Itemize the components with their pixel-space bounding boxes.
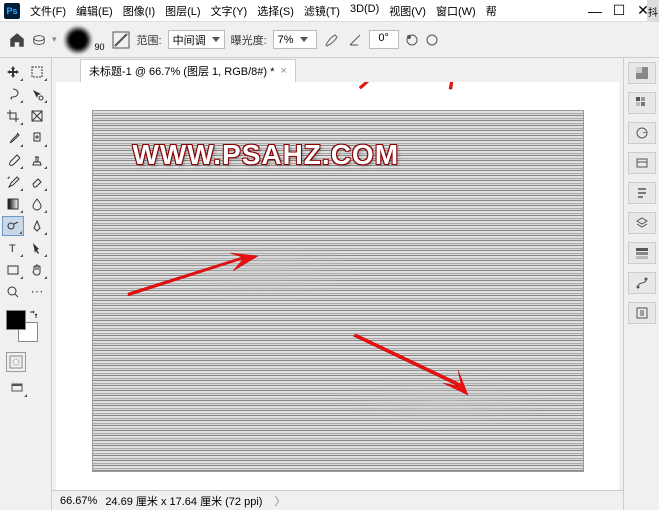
lasso-tool[interactable]	[2, 84, 24, 104]
frame-tool[interactable]	[26, 106, 48, 126]
document-dimensions: 24.69 厘米 x 17.64 厘米 (72 ppi)	[105, 493, 262, 509]
canvas-area[interactable]: WWW.PSAHZ.COM	[56, 82, 619, 490]
menu-layer[interactable]: 图层(L)	[161, 1, 204, 21]
quick-mask-button[interactable]	[6, 352, 26, 372]
document-tabs: 未标题-1 @ 66.7% (图层 1, RGB/8#) * ×	[60, 58, 623, 82]
hand-tool[interactable]	[26, 260, 48, 280]
ps-logo-icon: Ps	[4, 3, 20, 19]
smudge-region	[333, 371, 553, 431]
canvas[interactable]: WWW.PSAHZ.COM	[93, 111, 583, 471]
range-label: 范围:	[137, 32, 162, 48]
home-icon[interactable]	[8, 31, 26, 49]
rectangle-tool[interactable]	[2, 260, 24, 280]
airbrush-icon[interactable]	[323, 31, 341, 49]
annotation-arrow	[356, 82, 406, 94]
clone-stamp-tool[interactable]	[26, 150, 48, 170]
properties-panel-icon[interactable]	[628, 182, 656, 204]
crop-tool[interactable]	[2, 106, 24, 126]
document-tab[interactable]: 未标题-1 @ 66.7% (图层 1, RGB/8#) * ×	[80, 59, 296, 82]
paths-panel-icon[interactable]	[628, 272, 656, 294]
screen-mode-button[interactable]	[6, 378, 28, 398]
menu-3d[interactable]: 3D(D)	[346, 1, 383, 21]
workspace: T ⋯ 未标题-1 @ 66.7% (图层 1, RGB/8#) * ×	[0, 58, 659, 510]
menu-select[interactable]: 选择(S)	[253, 1, 298, 21]
document-area: 未标题-1 @ 66.7% (图层 1, RGB/8#) * × WWW.PSA…	[52, 58, 623, 510]
menu-edit[interactable]: 编辑(E)	[72, 1, 117, 21]
menu-type[interactable]: 文字(Y)	[207, 1, 252, 21]
color-panel-icon[interactable]	[628, 62, 656, 84]
edit-toolbar[interactable]: ⋯	[26, 282, 48, 302]
status-menu-icon[interactable]: 〉	[274, 493, 285, 509]
exposure-label: 曝光度:	[231, 32, 267, 48]
color-swatches[interactable]	[6, 310, 38, 342]
menu-window[interactable]: 窗口(W)	[432, 1, 480, 21]
quick-selection-tool[interactable]	[26, 84, 48, 104]
brush-size-label: 90	[95, 42, 105, 52]
type-tool[interactable]: T	[2, 238, 24, 258]
menu-help[interactable]: 帮	[482, 1, 501, 21]
zoom-tool[interactable]	[2, 282, 24, 302]
right-panel-dock	[623, 58, 659, 510]
smudge-region	[158, 241, 366, 301]
angle-icon	[347, 32, 363, 48]
document-tab-title: 未标题-1 @ 66.7% (图层 1, RGB/8#) *	[89, 63, 274, 79]
foreground-color-swatch[interactable]	[6, 310, 26, 330]
history-brush-tool[interactable]	[2, 172, 24, 192]
swap-colors-icon[interactable]	[28, 310, 38, 320]
options-bar: ▾ 90 范围: 中间调 曝光度: 7% 0°	[0, 22, 659, 58]
toolbox: T ⋯	[0, 58, 52, 510]
eyedropper-tool[interactable]	[2, 128, 24, 148]
pen-tool[interactable]	[26, 216, 48, 236]
docked-tab[interactable]: 抖	[647, 0, 659, 22]
tool-preset-icon[interactable]	[32, 33, 46, 47]
tablet-pressure-icon[interactable]	[425, 33, 439, 47]
close-tab-icon[interactable]: ×	[280, 65, 286, 77]
channels-panel-icon[interactable]	[628, 242, 656, 264]
dodge-tool[interactable]	[2, 216, 24, 236]
angle-input[interactable]: 0°	[369, 30, 399, 49]
healing-brush-tool[interactable]	[26, 128, 48, 148]
menu-file[interactable]: 文件(F)	[26, 1, 70, 21]
menu-image[interactable]: 图像(I)	[119, 1, 159, 21]
layers-panel-icon[interactable]	[628, 212, 656, 234]
protect-tones-icon[interactable]	[405, 33, 419, 47]
path-selection-tool[interactable]	[26, 238, 48, 258]
main-menu: 文件(F) 编辑(E) 图像(I) 图层(L) 文字(Y) 选择(S) 滤镜(T…	[26, 1, 501, 21]
eraser-tool[interactable]	[26, 172, 48, 192]
libraries-panel-icon[interactable]	[628, 152, 656, 174]
maximize-button[interactable]: ☐	[613, 5, 625, 17]
history-panel-icon[interactable]	[628, 302, 656, 324]
adjustments-panel-icon[interactable]	[628, 122, 656, 144]
blur-tool[interactable]	[26, 194, 48, 214]
minimize-button[interactable]: —	[589, 5, 601, 17]
title-bar: Ps 文件(F) 编辑(E) 图像(I) 图层(L) 文字(Y) 选择(S) 滤…	[0, 0, 659, 22]
status-bar: 66.67% 24.69 厘米 x 17.64 厘米 (72 ppi) 〉	[52, 490, 623, 510]
marquee-tool[interactable]	[26, 62, 48, 82]
exposure-select[interactable]: 7%	[273, 30, 317, 49]
move-tool[interactable]	[2, 62, 24, 82]
brush-panel-icon[interactable]	[111, 30, 131, 50]
swatches-panel-icon[interactable]	[628, 92, 656, 114]
range-select[interactable]: 中间调	[168, 30, 225, 49]
brush-preview-icon[interactable]	[63, 25, 93, 55]
window-controls: — ☐ ✕	[589, 5, 655, 17]
annotation-arrow	[434, 82, 474, 94]
menu-view[interactable]: 视图(V)	[385, 1, 430, 21]
menu-filter[interactable]: 滤镜(T)	[300, 1, 344, 21]
brush-tool[interactable]	[2, 150, 24, 170]
gradient-tool[interactable]	[2, 194, 24, 214]
watermark-text: WWW.PSAHZ.COM	[133, 139, 400, 171]
svg-text:T: T	[9, 243, 16, 255]
zoom-level[interactable]: 66.67%	[60, 495, 97, 507]
